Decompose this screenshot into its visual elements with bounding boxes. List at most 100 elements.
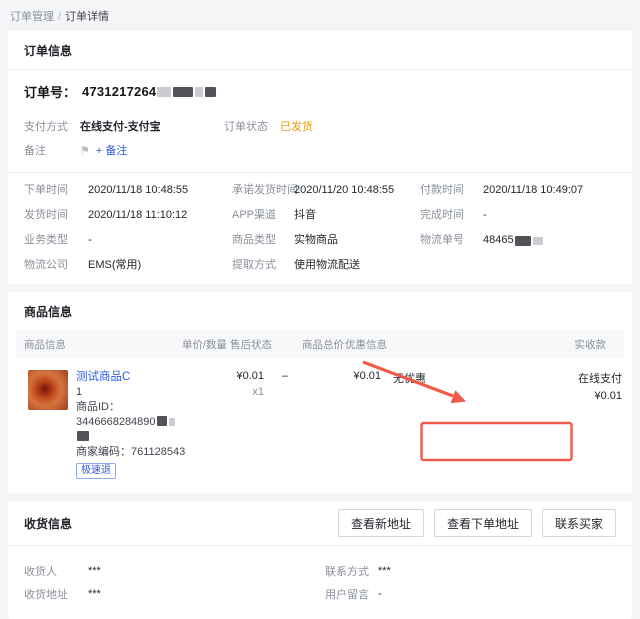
- product-table-row: 测试商品C 1 商品ID：3446668284890 商家编码：76112854…: [16, 358, 624, 493]
- order-status-badge: 已发货: [280, 118, 313, 134]
- detail-row: 承诺发货时间 2020/11/20 10:48:55: [232, 184, 420, 197]
- remark-label: 备注: [24, 142, 80, 158]
- fast-refund-tag: 极速退: [76, 463, 116, 479]
- tracking-number-value: 48465: [483, 234, 544, 247]
- col-total-price: 商品总价: [302, 337, 345, 352]
- recipient-row: 收货人 *** 联系方式 ***: [24, 559, 616, 582]
- merchant-code-line: 商家编码：761128543: [76, 445, 186, 460]
- detail-label: 下单时间: [24, 184, 88, 197]
- aftersale-status-value: –: [264, 370, 306, 479]
- detail-row: 发货时间 2020/11/18 11:10:12: [24, 209, 232, 222]
- detail-label: 完成时间: [420, 209, 483, 222]
- detail-value: 实物商品: [294, 234, 338, 247]
- detail-value: 2020/11/20 10:48:55: [294, 184, 394, 197]
- recipient-value: ***: [88, 565, 101, 577]
- col-received-amount: 实收款: [497, 337, 624, 352]
- order-info-card: 订单信息 订单号： 4731217264 支付方式 在线支付-支付宝 订单状态 …: [8, 31, 632, 284]
- product-name-link[interactable]: 测试商品C: [76, 371, 130, 383]
- detail-label: 承诺发货时间: [232, 184, 294, 197]
- shipping-info-card: 收货信息 查看新地址 查看下单地址 联系买家 收货人 *** 联系方式 *** …: [8, 501, 632, 619]
- detail-row: 商品类型 实物商品: [232, 234, 420, 247]
- redacted-block: [515, 236, 531, 246]
- view-new-address-button[interactable]: 查看新地址: [338, 509, 424, 537]
- pay-type: 在线支付: [504, 370, 622, 386]
- redacted-block: [533, 237, 543, 245]
- product-info-title: 商品信息: [8, 292, 632, 330]
- quantity: x1: [186, 386, 264, 398]
- detail-label: 付款时间: [420, 184, 483, 197]
- user-message-label: 用户留言: [325, 586, 378, 602]
- detail-value: 使用物流配送: [294, 259, 360, 272]
- contact-label: 联系方式: [325, 563, 378, 579]
- detail-value: 2020/11/18 11:10:12: [88, 209, 187, 222]
- order-detail-grid: 下单时间 2020/11/18 10:48:55 发货时间 2020/11/18…: [24, 184, 616, 272]
- detail-row: 物流公司 EMS(常用): [24, 259, 232, 272]
- detail-row: 业务类型 -: [24, 234, 232, 247]
- redacted-block: [157, 87, 171, 97]
- col-product-info: 商品信息: [24, 337, 182, 352]
- flag-icon: ⚑: [80, 144, 90, 157]
- detail-value: 2020/11/18 10:48:55: [88, 184, 188, 197]
- col-aftersale-status: 售后状态: [230, 337, 302, 352]
- user-message-value: -: [378, 588, 382, 600]
- order-info-title: 订单信息: [8, 31, 632, 70]
- detail-value: 抖音: [294, 209, 316, 222]
- tracking-number-row: 物流单号 48465: [420, 234, 616, 247]
- remark-row: 备注 ⚑ + 备注: [24, 138, 616, 162]
- detail-label: 发货时间: [24, 209, 88, 222]
- contact-buyer-button[interactable]: 联系买家: [542, 509, 616, 537]
- discount-value: 无优惠: [381, 370, 504, 479]
- product-info-card: 商品信息 商品信息 单价/数量 售后状态 商品总价 优惠信息 实收款 测试商品C…: [8, 292, 632, 493]
- payment-method-label: 支付方式: [24, 118, 80, 134]
- redacted-block: [77, 431, 89, 441]
- detail-value: EMS(常用): [88, 259, 141, 272]
- detail-row: 提取方式 使用物流配送: [232, 259, 420, 272]
- detail-label: 商品类型: [232, 234, 294, 247]
- detail-value: -: [88, 234, 92, 247]
- detail-label: APP渠道: [232, 209, 294, 222]
- address-label: 收货地址: [24, 586, 88, 602]
- detail-row: 付款时间 2020/11/18 10:49:07: [420, 184, 616, 197]
- address-row: 收货地址 *** 用户留言 -: [24, 582, 616, 605]
- payment-status-row: 支付方式 在线支付-支付宝 订单状态 已发货: [24, 114, 616, 138]
- redacted-block: [173, 87, 193, 97]
- detail-value: 2020/11/18 10:49:07: [483, 184, 583, 197]
- detail-row: 下单时间 2020/11/18 10:48:55: [24, 184, 232, 197]
- product-spec: 1: [76, 385, 186, 400]
- total-price-value: ¥0.01: [306, 370, 381, 479]
- detail-value: -: [483, 209, 487, 222]
- recipient-label: 收货人: [24, 563, 88, 579]
- col-discount-info: 优惠信息: [345, 337, 497, 352]
- breadcrumb-order-management[interactable]: 订单管理: [10, 11, 54, 23]
- product-thumbnail[interactable]: [28, 370, 68, 410]
- order-number-value: 4731217264: [82, 84, 217, 99]
- detail-label: 提取方式: [232, 259, 294, 272]
- redacted-block: [169, 418, 175, 426]
- product-table-header: 商品信息 单价/数量 售后状态 商品总价 优惠信息 实收款: [16, 330, 624, 358]
- payment-method-value: 在线支付-支付宝: [80, 118, 161, 134]
- order-status-label: 订单状态: [224, 118, 280, 134]
- detail-label: 物流公司: [24, 259, 88, 272]
- redacted-block: [195, 87, 203, 97]
- order-number-label: 订单号：: [24, 82, 76, 101]
- detail-label: 业务类型: [24, 234, 88, 247]
- detail-row: APP渠道 抖音: [232, 209, 420, 222]
- redacted-block: [205, 87, 216, 97]
- unit-price: ¥0.01: [186, 370, 264, 382]
- shipping-info-title: 收货信息: [24, 515, 72, 532]
- breadcrumb-separator: /: [58, 11, 61, 23]
- order-number-line: 订单号： 4731217264: [24, 82, 616, 101]
- breadcrumb: 订单管理 / 订单详情: [0, 0, 640, 31]
- pay-amount: ¥0.01: [504, 390, 622, 402]
- view-order-address-button[interactable]: 查看下单地址: [434, 509, 532, 537]
- add-remark-link[interactable]: + 备注: [96, 142, 127, 158]
- col-unit-price-qty: 单价/数量: [182, 337, 230, 352]
- address-value: ***: [88, 588, 101, 600]
- product-id-line: 商品ID：3446668284890: [76, 400, 186, 445]
- breadcrumb-order-detail: 订单详情: [65, 11, 109, 23]
- section-divider: [8, 172, 632, 173]
- redacted-block: [157, 416, 167, 426]
- detail-row: 完成时间 -: [420, 209, 616, 222]
- contact-value: ***: [378, 565, 391, 577]
- detail-label: 物流单号: [420, 234, 483, 247]
